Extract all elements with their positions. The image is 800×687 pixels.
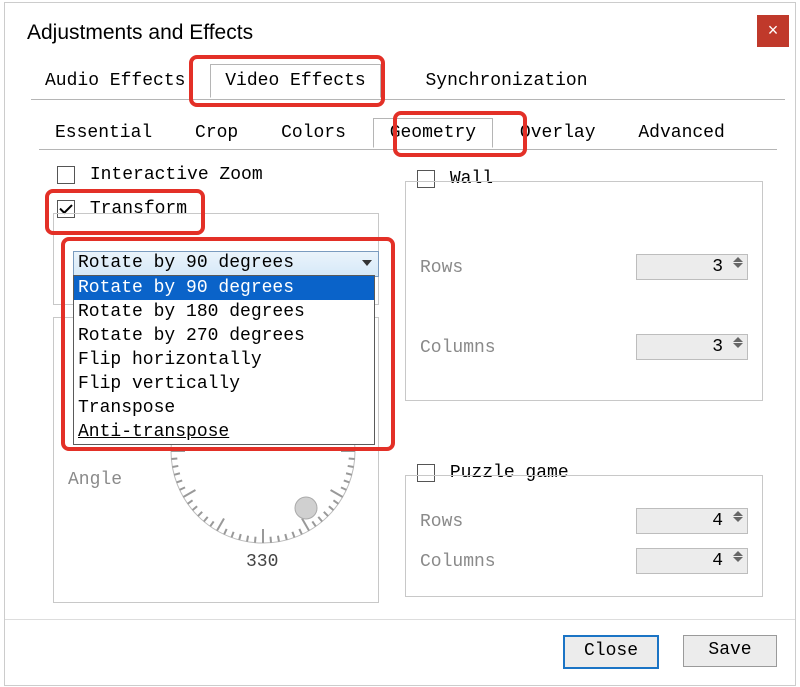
interactive-zoom-label: Interactive Zoom xyxy=(90,165,263,185)
option-rotate-180[interactable]: Rotate by 180 degrees xyxy=(74,300,374,324)
stepper-down-icon[interactable] xyxy=(733,263,743,268)
tab-overlay[interactable]: Overlay xyxy=(504,119,612,147)
tab-crop[interactable]: Crop xyxy=(179,119,254,147)
stepper-up-icon[interactable] xyxy=(733,337,743,342)
close-icon[interactable]: × xyxy=(757,15,789,47)
stepper-up-icon[interactable] xyxy=(733,511,743,516)
transform-combo-dropdown: Rotate by 90 degrees Rotate by 180 degre… xyxy=(73,275,375,445)
chevron-down-icon xyxy=(362,260,372,266)
puzzle-cols-spinner[interactable]: 4 xyxy=(636,548,748,574)
titlebar: Adjustments and Effects × xyxy=(5,3,795,59)
dialog-window: Adjustments and Effects × Audio Effects … xyxy=(4,2,796,686)
tab-colors[interactable]: Colors xyxy=(265,119,362,147)
interactive-zoom-row: Interactive Zoom xyxy=(57,165,263,186)
footer-divider xyxy=(5,619,795,620)
stepper-down-icon[interactable] xyxy=(733,517,743,522)
tab-essential[interactable]: Essential xyxy=(39,119,168,147)
stepper-up-icon[interactable] xyxy=(733,257,743,262)
wall-group: Rows 3 Columns 3 xyxy=(405,181,763,401)
wall-rows-label: Rows xyxy=(420,258,463,278)
interactive-zoom-checkbox[interactable] xyxy=(57,166,75,184)
puzzle-rows-value: 4 xyxy=(712,511,723,531)
tab-geometry[interactable]: Geometry xyxy=(373,118,493,148)
transform-combo-value: Rotate by 90 degrees xyxy=(78,253,294,273)
sub-tab-bar: Essential Crop Colors Geometry Overlay A… xyxy=(39,117,777,150)
option-flip-horizontal[interactable]: Flip horizontally xyxy=(74,348,374,372)
option-transpose[interactable]: Transpose xyxy=(74,396,374,420)
puzzle-cols-label: Columns xyxy=(420,552,496,572)
puzzle-rows-spinner[interactable]: 4 xyxy=(636,508,748,534)
wall-rows-value: 3 xyxy=(712,257,723,277)
option-flip-vertical[interactable]: Flip vertically xyxy=(74,372,374,396)
wall-cols-spinner[interactable]: 3 xyxy=(636,334,748,360)
window-title: Adjustments and Effects xyxy=(27,21,253,45)
wall-rows-spinner[interactable]: 3 xyxy=(636,254,748,280)
angle-value: 330 xyxy=(246,552,278,572)
option-anti-transpose[interactable]: Anti-transpose xyxy=(74,420,374,444)
transform-combo[interactable]: Rotate by 90 degrees xyxy=(73,251,379,277)
tab-advanced[interactable]: Advanced xyxy=(622,119,740,147)
stepper-up-icon[interactable] xyxy=(733,551,743,556)
save-button[interactable]: Save xyxy=(683,635,777,667)
puzzle-cols-value: 4 xyxy=(712,551,723,571)
main-tab-bar: Audio Effects Video Effects Synchronizat… xyxy=(31,63,785,100)
tab-video-effects[interactable]: Video Effects xyxy=(210,64,380,98)
puzzle-rows-label: Rows xyxy=(420,512,463,532)
option-rotate-270[interactable]: Rotate by 270 degrees xyxy=(74,324,374,348)
close-button[interactable]: Close xyxy=(563,635,659,669)
wall-cols-value: 3 xyxy=(712,337,723,357)
tab-audio-effects[interactable]: Audio Effects xyxy=(31,65,199,97)
angle-label: Angle xyxy=(68,470,122,490)
option-rotate-90[interactable]: Rotate by 90 degrees xyxy=(74,276,374,300)
tab-synchronization[interactable]: Synchronization xyxy=(412,65,602,97)
stepper-down-icon[interactable] xyxy=(733,557,743,562)
puzzle-group: Rows 4 Columns 4 xyxy=(405,475,763,597)
wall-cols-label: Columns xyxy=(420,338,496,358)
stepper-down-icon[interactable] xyxy=(733,343,743,348)
